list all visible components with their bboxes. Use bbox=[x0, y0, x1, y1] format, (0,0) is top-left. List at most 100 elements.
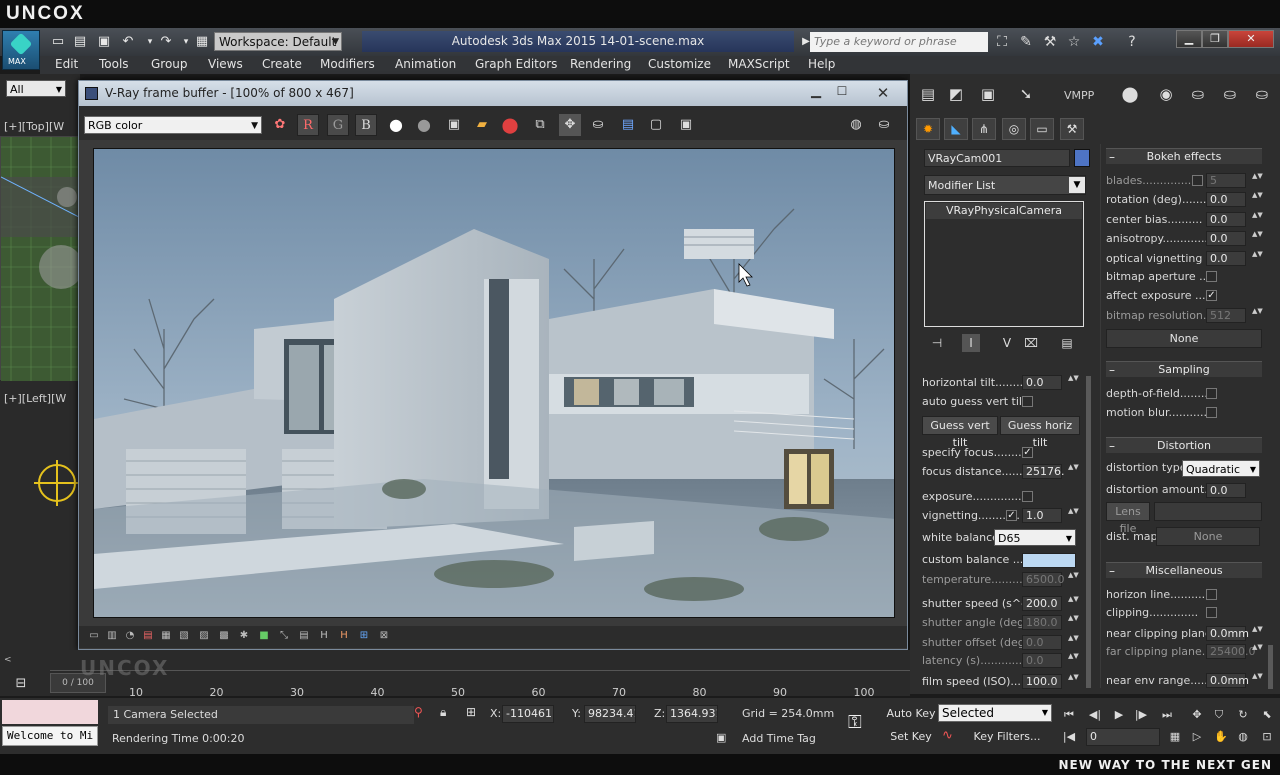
save-file-icon[interactable]: ▣ bbox=[94, 32, 114, 52]
undo-icon[interactable]: ↶ bbox=[118, 32, 138, 52]
teapot-icon[interactable]: ⛀ bbox=[587, 114, 609, 136]
camera-target-icon[interactable] bbox=[34, 460, 80, 506]
render-teapot-icon[interactable]: ⛀ bbox=[873, 114, 895, 136]
row-checkbox[interactable] bbox=[1206, 271, 1217, 282]
max-toggle-icon[interactable]: ⊡ bbox=[1258, 728, 1276, 746]
object-name-field[interactable]: VRayCam001 bbox=[924, 149, 1070, 167]
param-checkbox[interactable]: ✓ bbox=[1022, 447, 1033, 458]
spinner-arrows-icon[interactable]: ▲▼ bbox=[1252, 644, 1263, 659]
spinner-arrows-icon[interactable]: ▲▼ bbox=[1068, 653, 1079, 668]
favorites-star-icon[interactable]: ☆ bbox=[1064, 32, 1084, 52]
green-channel-button[interactable]: G bbox=[327, 114, 349, 136]
layers-icon[interactable]: ■ bbox=[257, 629, 271, 643]
tab-create[interactable]: ✹ bbox=[916, 118, 940, 140]
dist-map-none-button[interactable]: None bbox=[1156, 527, 1260, 546]
binoculars-icon[interactable]: ⛶ bbox=[992, 32, 1012, 52]
spinner-arrows-icon[interactable]: ▲▼ bbox=[1252, 212, 1263, 227]
absolute-mode-icon[interactable]: ⊞ bbox=[466, 705, 482, 723]
compare-icon[interactable]: ⤡ bbox=[277, 629, 291, 643]
row-checkbox[interactable]: ✓ bbox=[1206, 290, 1217, 301]
menu-tools[interactable]: Tools bbox=[99, 57, 129, 71]
pin-stack-icon[interactable]: ⊣ bbox=[928, 334, 946, 352]
distortion-rollout-header[interactable]: – Distortion bbox=[1106, 437, 1262, 453]
orbit-subobject-icon[interactable]: ◍ bbox=[1234, 728, 1252, 746]
menu-views[interactable]: Views bbox=[208, 57, 243, 71]
lut-icon[interactable]: ▦ bbox=[159, 629, 173, 643]
sampling-rollout-header[interactable]: – Sampling bbox=[1106, 361, 1262, 377]
menu-help[interactable]: Help bbox=[808, 57, 835, 71]
param-spinner[interactable]: 180.0 bbox=[1022, 615, 1062, 630]
alpha-white-icon[interactable]: ● bbox=[385, 114, 407, 136]
row-spinner[interactable]: 0.0 bbox=[1206, 192, 1246, 207]
row-checkbox[interactable] bbox=[1192, 175, 1203, 186]
spinner-arrows-icon[interactable]: ▲▼ bbox=[1068, 615, 1079, 630]
params-scrollbar[interactable] bbox=[1086, 376, 1091, 688]
time-config-icon[interactable]: ▦ bbox=[1166, 728, 1184, 746]
exposure-icon[interactable]: ▤ bbox=[141, 629, 155, 643]
horizontal-compare-icon[interactable]: H bbox=[317, 629, 331, 643]
row-checkbox[interactable] bbox=[1206, 607, 1217, 618]
settings-icon[interactable]: ⊠ bbox=[377, 629, 391, 643]
spinner-arrows-icon[interactable]: ▲▼ bbox=[1068, 674, 1079, 689]
open-mini-curve-editor-icon[interactable]: ⊟ bbox=[10, 676, 32, 694]
redo-icon[interactable]: ↷ bbox=[156, 32, 176, 52]
stop-icon[interactable]: ▣ bbox=[675, 114, 697, 136]
row-spinner[interactable]: 0.0 bbox=[1206, 212, 1246, 227]
timeline-track[interactable] bbox=[50, 670, 910, 671]
exchange-icon[interactable]: ✖ bbox=[1088, 32, 1108, 52]
curve-icon[interactable]: ◔ bbox=[123, 629, 137, 643]
spinner-arrows-icon[interactable]: ▲▼ bbox=[1068, 375, 1079, 390]
param-checkbox[interactable] bbox=[1022, 396, 1033, 407]
row-spinner[interactable]: 0.0 bbox=[1206, 231, 1246, 246]
key-filters-button[interactable]: Key Filters... bbox=[964, 728, 1050, 746]
key-mode-icon[interactable]: ∿ bbox=[942, 728, 960, 746]
link-icon[interactable]: ▢ bbox=[645, 114, 667, 136]
key-mode-toggle-icon[interactable]: |◀ bbox=[1060, 728, 1078, 746]
tab-hierarchy[interactable]: ⋔ bbox=[972, 118, 996, 140]
monochrome-icon[interactable]: ● bbox=[413, 114, 435, 136]
menu-rendering[interactable]: Rendering bbox=[570, 57, 631, 71]
load-image-icon[interactable]: ▰ bbox=[471, 114, 493, 136]
prompt-line[interactable]: Welcome to Mi bbox=[2, 726, 98, 746]
spinner-arrows-icon[interactable]: ▲▼ bbox=[1252, 308, 1263, 323]
param-spinner[interactable]: 0.0 bbox=[1022, 653, 1062, 668]
param-spinner[interactable]: 200.0 bbox=[1022, 596, 1062, 611]
close-icon[interactable]: ✕ bbox=[1228, 30, 1274, 48]
lens-effects-icon[interactable]: ✱ bbox=[237, 629, 251, 643]
render-frame-icon[interactable]: ▣ bbox=[974, 80, 1002, 108]
vmpp-label[interactable]: VMPP bbox=[1064, 89, 1094, 102]
modifier-stack-item[interactable]: VRayPhysicalCamera bbox=[926, 203, 1082, 219]
auto-key-button[interactable]: Auto Key bbox=[886, 705, 936, 723]
spinner-arrows-icon[interactable]: ▲▼ bbox=[1068, 596, 1079, 611]
tools-icon[interactable]: ✎ bbox=[1016, 32, 1036, 52]
minimize-icon[interactable]: ▁ bbox=[1176, 30, 1202, 48]
tab-display[interactable]: ▭ bbox=[1030, 118, 1054, 140]
white-balance-select[interactable]: D65 ▼ bbox=[994, 529, 1076, 546]
teapot-options-icon[interactable]: ⛀ bbox=[1248, 80, 1276, 108]
menu-animation[interactable]: Animation bbox=[395, 57, 456, 71]
param-spinner[interactable]: 1.0 bbox=[1022, 508, 1062, 523]
previous-frame-icon[interactable]: ◀| bbox=[1086, 706, 1104, 724]
pan-icon[interactable]: ✋ bbox=[1212, 728, 1230, 746]
menu-graph-editors[interactable]: Graph Editors bbox=[475, 57, 557, 71]
z-coordinate-field[interactable]: 1364.931n bbox=[666, 705, 718, 723]
guess-horiz-tilt-button[interactable]: Guess horiz tilt bbox=[1000, 416, 1080, 449]
remove-modifier-icon[interactable]: ⌧ bbox=[1022, 334, 1040, 352]
channel-select[interactable]: RGB color ▼ bbox=[84, 116, 262, 134]
row-spinner[interactable]: 512 bbox=[1206, 308, 1246, 323]
checker-sphere-icon[interactable]: ⬤ bbox=[1116, 80, 1144, 108]
ab-compare-icon[interactable]: ▤ bbox=[297, 629, 311, 643]
key-selection-select[interactable]: Selected ▼ bbox=[938, 704, 1052, 722]
go-to-end-icon[interactable]: ⏭ bbox=[1158, 706, 1176, 724]
collapse-left-icon[interactable]: < bbox=[4, 655, 12, 665]
distortion-type-select[interactable]: Quadratic ▼ bbox=[1182, 460, 1260, 477]
row-checkbox[interactable] bbox=[1206, 388, 1217, 399]
duplicate-to-max-icon[interactable]: ⧉ bbox=[529, 114, 551, 136]
spinner-arrows-icon[interactable]: ▲▼ bbox=[1252, 173, 1263, 188]
vertical-compare-icon[interactable]: H bbox=[337, 629, 351, 643]
row-spinner[interactable]: 5 bbox=[1206, 173, 1246, 188]
selection-filter-select[interactable]: All ▼ bbox=[6, 80, 66, 97]
tab-utilities[interactable]: ⚒ bbox=[1060, 118, 1084, 140]
history-icon[interactable]: ◍ bbox=[845, 114, 867, 136]
field-of-view-icon[interactable]: ▷ bbox=[1188, 728, 1206, 746]
